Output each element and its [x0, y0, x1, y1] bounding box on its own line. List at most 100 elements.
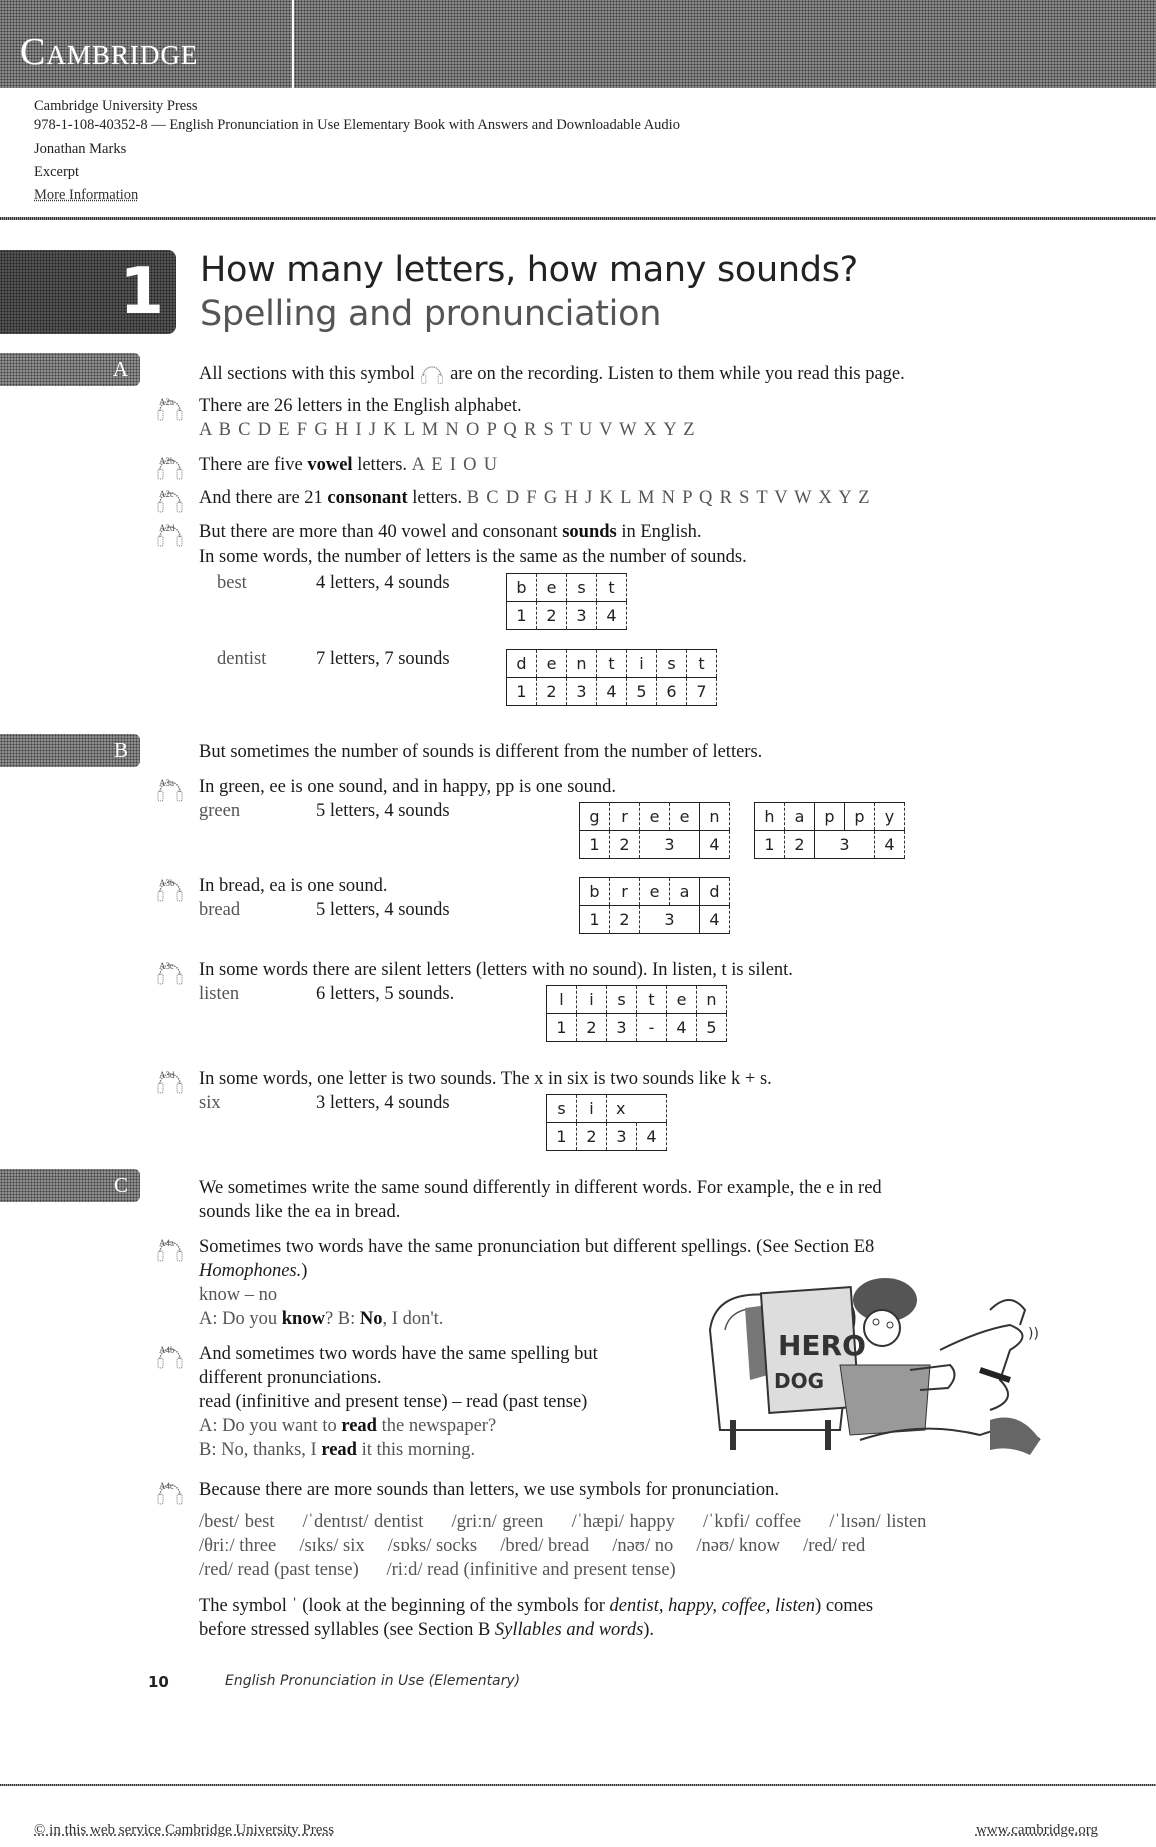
a4a-line2: Homophones.): [199, 1261, 308, 1281]
section-a-intro: All sections with this symbol are on the…: [199, 360, 905, 386]
letter-cell: a: [784, 802, 815, 831]
sound-cell: 2: [609, 905, 640, 934]
audio-track-a4a[interactable]: A4a: [155, 1234, 185, 1264]
alphabet-letters: A B C D E F G H I J K L M N O P Q R S T …: [199, 420, 696, 440]
excerpt-label: Excerpt: [34, 164, 80, 180]
letter-cell: x: [606, 1094, 667, 1123]
letter-cell: e: [536, 649, 567, 678]
a3d-text: In some words, one letter is two sounds.…: [199, 1069, 772, 1089]
letter-cell: e: [669, 802, 700, 831]
letter-cell: n: [699, 802, 730, 831]
a4b-line5: B: No, thanks, I read it this morning.: [199, 1440, 476, 1460]
a3a-text: In green, ee is one sound, and in happy,…: [199, 777, 617, 797]
sound-cell: 4: [596, 677, 627, 706]
letter-cell: y: [874, 802, 905, 831]
sound-cell: 2: [536, 601, 567, 630]
audio-track-a3d[interactable]: A3d: [155, 1066, 185, 1096]
audio-track-a4c[interactable]: A4c: [155, 1477, 185, 1507]
example-word-bread: bread: [199, 900, 241, 920]
audio-track-a3b[interactable]: A3b: [155, 874, 185, 904]
a4c-text: Because there are more sounds than lette…: [199, 1480, 780, 1500]
headphones-icon: [419, 360, 445, 386]
audio-track-a3a[interactable]: A3a: [155, 774, 185, 804]
letter-cell: h: [754, 802, 785, 831]
footer-rule: [0, 1784, 1156, 1786]
header-rule: [0, 217, 1156, 220]
audio-track-a3c[interactable]: A3c: [155, 957, 185, 987]
website-link[interactable]: www.cambridge.org: [976, 1822, 1098, 1839]
section-c-intro-line1: We sometimes write the same sound differ…: [199, 1178, 882, 1198]
stress-note-line2: before stressed syllables (see Section B…: [199, 1620, 655, 1640]
svg-text:)): )): [1028, 1326, 1039, 1342]
svg-text:DOG: DOG: [774, 1369, 824, 1393]
a3b-text: In bread, ea is one sound.: [199, 876, 388, 896]
a2c-text: And there are 21 consonant letters. B C …: [199, 488, 871, 508]
audio-track-a4b[interactable]: A4b: [155, 1341, 185, 1371]
letter-cell: e: [639, 802, 670, 831]
letter-cell: p: [844, 802, 875, 831]
letter-cell: b: [579, 877, 610, 906]
a4b-line3: read (infinitive and present tense) – re…: [199, 1392, 588, 1412]
symbols-row-2: /θriː/ three /sɪks/ six /sɒks/ socks /br…: [199, 1534, 865, 1558]
symbol-entry: /sɪks/ six: [299, 1536, 365, 1556]
letter-cell: t: [596, 649, 627, 678]
example-word-green: green: [199, 801, 241, 821]
section-tab-c: C: [0, 1169, 140, 1202]
section-tab-b: B: [0, 734, 140, 767]
sound-cell: 3: [639, 905, 700, 934]
letter-cell: n: [566, 649, 597, 678]
symbol-entry: /nəʊ/ no: [612, 1536, 674, 1556]
a3c-text: In some words there are silent letters (…: [199, 960, 793, 980]
chapter-number-box: 1: [0, 250, 176, 334]
sound-cell: 4: [596, 601, 627, 630]
sound-cell: 2: [576, 1122, 607, 1151]
audio-track-a2a[interactable]: A2a: [155, 393, 185, 423]
chapter-subtitle: Spelling and pronunciation: [200, 294, 662, 334]
letter-cell: s: [656, 649, 687, 678]
symbol-entry: /ˈkɒfi/ coffee: [702, 1512, 802, 1532]
letter-cell: e: [536, 573, 567, 602]
copyright-link[interactable]: © in this web service Cambridge Universi…: [34, 1822, 334, 1839]
sound-cell: 2: [536, 677, 567, 706]
sound-cell: 3: [606, 1122, 637, 1151]
sound-cell: 1: [579, 905, 610, 934]
example-word-dentist: dentist: [217, 649, 267, 669]
a2d-text: But there are more than 40 vowel and con…: [199, 522, 702, 542]
letter-cell: p: [814, 802, 845, 831]
sound-cell: 1: [506, 601, 537, 630]
sound-cell: -: [636, 1013, 667, 1042]
audio-track-a2c[interactable]: A2c: [155, 485, 185, 515]
audio-track-a2d[interactable]: A2d: [155, 519, 185, 549]
section-c-intro-line2: sounds like the ea in bread.: [199, 1202, 401, 1222]
a4b-line4: A: Do you want to read the newspaper?: [199, 1416, 497, 1436]
a2b-text: There are five vowel letters. A E I O U: [199, 455, 499, 475]
section-b-intro: But sometimes the number of sounds is di…: [199, 742, 763, 762]
sound-cell: 4: [874, 830, 905, 859]
letter-cell: d: [506, 649, 537, 678]
letter-table-dentist: dentist 1234567: [506, 649, 717, 706]
sound-cell: 3: [566, 601, 597, 630]
illustration-man-reading-newspaper-with-dog: HERO DOG )): [708, 1278, 1041, 1455]
symbol-entry: /riːd/ read (infinitive and present tens…: [386, 1560, 676, 1580]
banner-separator: [292, 0, 294, 88]
letter-cell: a: [669, 877, 700, 906]
sound-cell: 2: [576, 1013, 607, 1042]
symbol-entry: /best/ best: [199, 1512, 275, 1532]
a4b-line1: And sometimes two words have the same sp…: [199, 1344, 598, 1364]
example-word-best: best: [217, 573, 247, 593]
more-information-link[interactable]: More Information: [34, 186, 138, 204]
author: Jonathan Marks: [34, 141, 127, 157]
a4b-line2: different pronunciations.: [199, 1368, 382, 1388]
section-tab-a: A: [0, 353, 140, 386]
letter-cell: t: [596, 573, 627, 602]
sound-cell: 4: [636, 1122, 667, 1151]
letter-table-happy: happy 1234: [754, 802, 905, 859]
audio-track-a2b[interactable]: A2b: [155, 452, 185, 482]
symbol-entry: /red/ read (past tense): [199, 1560, 359, 1580]
page-number: 10: [148, 1673, 169, 1691]
letter-table-listen: listen 123-45: [546, 985, 727, 1042]
sound-cell: 4: [666, 1013, 697, 1042]
symbol-entry: /sɒks/ socks: [387, 1536, 478, 1556]
letter-cell: l: [546, 985, 577, 1014]
example-desc-six: 3 letters, 4 sounds: [316, 1093, 450, 1113]
